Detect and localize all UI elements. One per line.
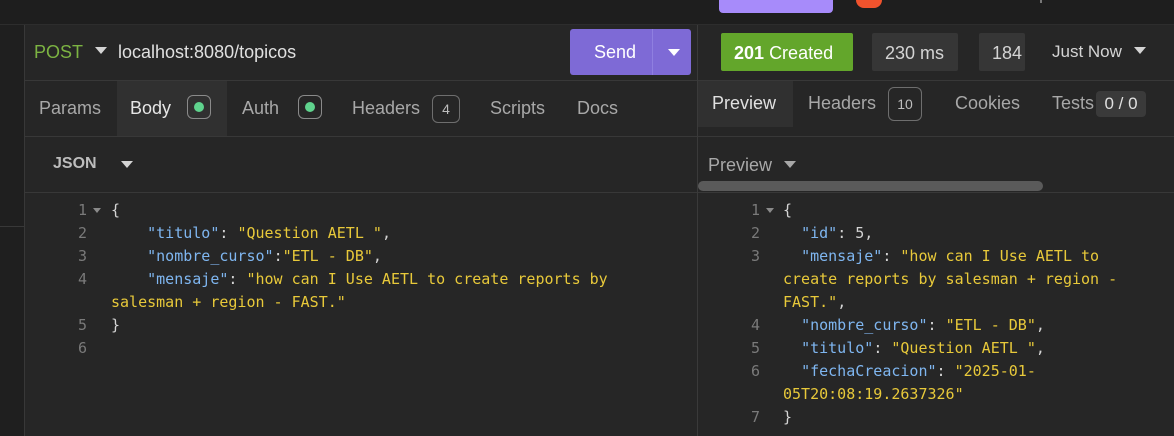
response-pane: 201 Created 230 ms 184 Just Now Preview … — [698, 25, 1174, 436]
send-button-label: Send — [594, 42, 637, 62]
status-label: 201 Created — [734, 43, 833, 64]
tab-label: Preview — [712, 93, 777, 113]
response-size: 184 — [992, 43, 1023, 63]
line-number: 1 — [77, 201, 87, 219]
chevron-down-icon[interactable] — [784, 161, 796, 168]
request-pane: POST localhost:8080/topicos Send Params … — [25, 25, 697, 436]
body-type-bar: JSON — [25, 137, 697, 193]
status-text: Created — [769, 43, 834, 63]
response-time-badge: 230 ms — [872, 33, 958, 71]
line-number: 2 — [750, 224, 760, 242]
sidebar — [0, 25, 25, 436]
line-number: 2 — [77, 224, 87, 242]
code-line: "nombre_curso": "ETL - DB", — [801, 316, 1045, 334]
top-toolbar-button[interactable] — [719, 0, 833, 13]
url-bar: POST localhost:8080/topicos Send — [25, 25, 697, 81]
line-number: 4 — [77, 270, 87, 288]
tab-docs[interactable]: Docs — [561, 81, 631, 136]
top-bar-fragment — [1040, 0, 1042, 3]
response-status-bar: 201 Created 230 ms 184 Just Now — [698, 25, 1174, 81]
response-tabs: Preview Headers 10 Cookies Tests 0 / 0 — [698, 81, 1174, 191]
send-button[interactable]: Send — [570, 29, 691, 75]
status-badge: 201 Created — [721, 33, 853, 71]
response-body-viewer: 1 2 3 4 5 6 7 { "id": 5, "mensaje": "how… — [698, 199, 1174, 436]
code-line: "mensaje": "how can I Use AETL to create… — [147, 270, 608, 288]
code-line: "titulo": "Question AETL ", — [801, 339, 1045, 357]
tab-cookies[interactable]: Cookies — [931, 81, 1038, 127]
line-number: 3 — [750, 247, 760, 265]
preview-mode-bar: Preview — [698, 137, 1174, 193]
tab-headers[interactable]: Headers 4 — [337, 81, 473, 136]
code-line: { — [783, 201, 793, 219]
request-tabs: Params Body Auth Headers 4 Scripts Docs — [25, 81, 697, 137]
avatar[interactable] — [856, 0, 882, 8]
tab-label: Headers — [352, 98, 421, 118]
url-input[interactable]: localhost:8080/topicos — [118, 42, 296, 63]
line-number: 6 — [750, 362, 760, 380]
code-line: { — [111, 201, 121, 219]
fold-caret-icon[interactable] — [766, 208, 774, 213]
tab-label: Auth — [242, 98, 280, 118]
preview-mode-select[interactable]: Preview — [708, 155, 772, 176]
sidebar-divider — [0, 226, 24, 227]
response-size-badge: 184 — [979, 33, 1025, 71]
tab-auth[interactable]: Auth — [227, 81, 337, 136]
headers-count-badge: 10 — [888, 87, 922, 121]
code-line: FAST.", — [783, 293, 847, 311]
code-line: } — [111, 316, 121, 334]
chevron-down-icon[interactable] — [95, 47, 107, 54]
line-number: 5 — [77, 316, 87, 334]
status-dot-icon — [187, 95, 211, 119]
status-code: 201 — [734, 43, 765, 63]
status-dot-icon — [298, 95, 322, 119]
body-type-select[interactable]: JSON — [53, 155, 97, 173]
headers-count-badge: 4 — [432, 95, 460, 123]
chevron-down-icon[interactable] — [121, 161, 133, 168]
line-number: 4 — [750, 316, 760, 334]
tab-label: Scripts — [490, 98, 546, 118]
line-number: 7 — [750, 408, 760, 426]
request-body-editor[interactable]: 1 2 3 4 5 6 { "titulo": "Question AETL "… — [25, 199, 697, 436]
tab-label: Params — [39, 98, 102, 118]
tab-label: Tests — [1052, 93, 1095, 113]
tab-label: Docs — [577, 98, 619, 118]
code-line: 05T20:08:19.2637326" — [783, 385, 964, 403]
fold-caret-icon[interactable] — [93, 208, 101, 213]
tests-count-badge: 0 / 0 — [1096, 91, 1146, 117]
chevron-down-icon[interactable] — [1134, 47, 1146, 54]
tab-label: Cookies — [955, 93, 1021, 113]
method-select[interactable]: POST — [34, 42, 83, 63]
tab-scripts[interactable]: Scripts — [473, 81, 561, 136]
code-line: "id": 5, — [801, 224, 874, 242]
code-line: } — [783, 408, 793, 426]
code-line: create reports by salesman + region - — [783, 270, 1118, 288]
top-bar — [0, 0, 1174, 25]
line-number: 5 — [750, 339, 760, 357]
code-line: "nombre_curso":"ETL - DB", — [147, 247, 382, 265]
code-line: "fechaCreacion": "2025-01- — [801, 362, 1036, 380]
chevron-down-icon[interactable] — [668, 49, 680, 56]
tab-response-headers[interactable]: Headers 10 — [793, 81, 931, 127]
code-line: salesman + region - FAST." — [111, 293, 346, 311]
code-line: "mensaje": "how can I Use AETL to — [801, 247, 1100, 265]
line-number: 6 — [77, 339, 87, 357]
tab-preview[interactable]: Preview — [698, 81, 793, 127]
send-divider — [652, 29, 653, 75]
tab-label: Headers — [808, 93, 877, 113]
tab-tests[interactable]: Tests 0 / 0 — [1038, 81, 1174, 127]
tab-body[interactable]: Body — [117, 81, 227, 136]
tab-label: Body — [130, 98, 172, 118]
code-line: "titulo": "Question AETL ", — [147, 224, 391, 242]
line-number: 3 — [77, 247, 87, 265]
line-number: 1 — [750, 201, 760, 219]
history-select[interactable]: Just Now — [1052, 42, 1122, 62]
tab-params[interactable]: Params — [25, 81, 117, 136]
response-time: 230 ms — [885, 43, 945, 63]
